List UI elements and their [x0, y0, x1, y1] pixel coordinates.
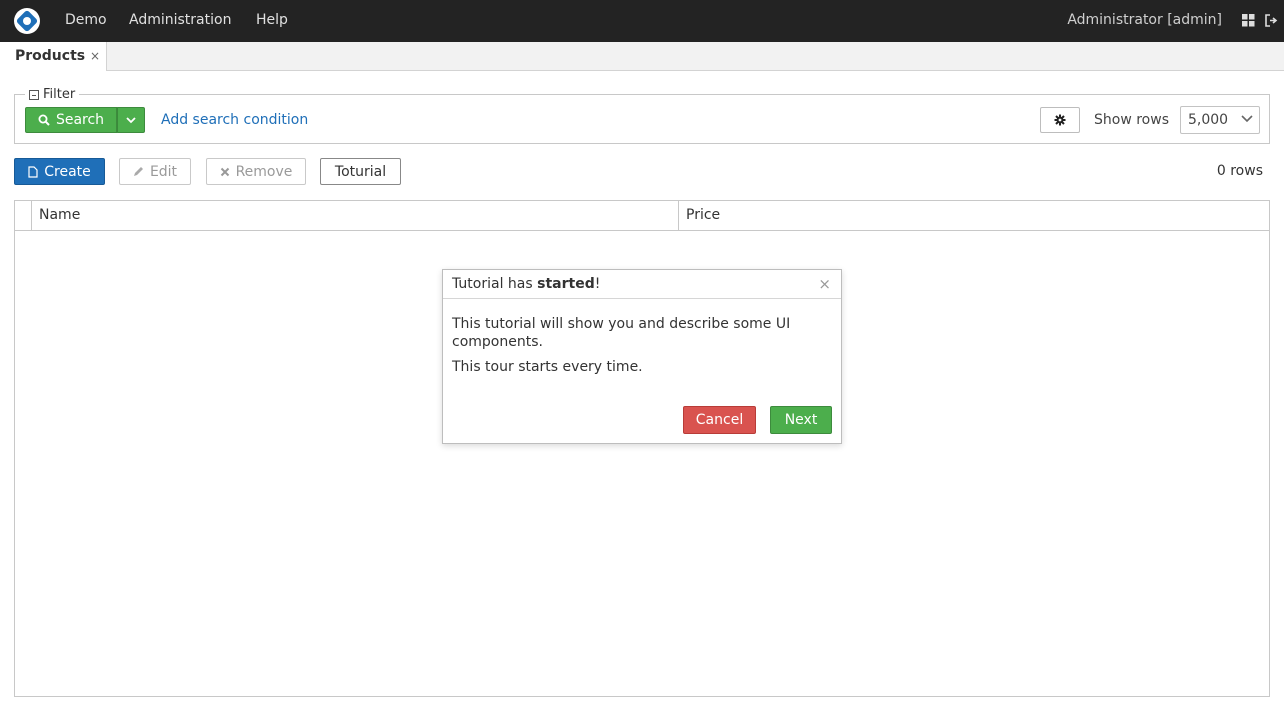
remove-button-label: Remove — [235, 163, 293, 180]
edit-button-label: Edit — [149, 163, 178, 180]
create-button-label: Create — [44, 163, 91, 180]
file-icon — [28, 165, 38, 178]
select-column-header[interactable] — [15, 201, 32, 230]
next-button[interactable]: Next — [770, 406, 832, 434]
show-rows-select[interactable]: 5,000 — [1180, 106, 1260, 134]
close-icon[interactable]: × — [818, 275, 831, 293]
tab-bar: Products × — [0, 42, 1284, 71]
user-name[interactable]: Administrator [admin] — [1067, 12, 1222, 28]
search-dropdown-button[interactable] — [117, 107, 145, 133]
show-rows-value: 5,000 — [1188, 112, 1229, 128]
cancel-button[interactable]: Cancel — [683, 406, 756, 434]
column-header-price[interactable]: Price — [679, 201, 1269, 230]
remove-icon — [220, 167, 229, 176]
tutorial-popover: Tutorial has started! × This tutorial wi… — [442, 269, 842, 444]
create-button[interactable]: Create — [14, 158, 105, 185]
column-header-label: Price — [686, 207, 721, 223]
chevron-down-icon — [126, 116, 136, 123]
popover-body-text: This tutorial will show you and describe… — [452, 316, 791, 350]
rows-count: 0 rows — [1216, 163, 1263, 179]
edit-button[interactable]: Edit — [119, 158, 191, 185]
popover-title-suffix: ! — [594, 276, 601, 292]
popover-title: Tutorial has started! — [452, 276, 600, 292]
tutorial-button-label: Toturial — [334, 163, 387, 180]
windows-grid-icon[interactable] — [1242, 14, 1255, 27]
top-navbar: Demo Administration Help Administrator [… — [0, 0, 1284, 42]
search-icon — [38, 114, 50, 126]
search-button[interactable]: Search — [25, 107, 117, 133]
add-search-condition-link[interactable]: Add search condition — [161, 112, 308, 128]
pencil-icon — [133, 167, 143, 176]
popover-body-note: This tour starts every time. — [452, 359, 643, 375]
filter-legend[interactable]: Filter — [25, 87, 80, 102]
gear-icon — [1054, 114, 1066, 126]
search-button-label: Search — [55, 112, 105, 128]
filter-panel: Filter Search Add search condition Show … — [14, 87, 1270, 144]
tab-products[interactable]: Products × — [0, 42, 107, 71]
app-logo-icon[interactable] — [14, 8, 40, 34]
popover-title-prefix: Tutorial has — [452, 276, 538, 292]
filter-legend-label: Filter — [43, 87, 76, 102]
settings-button[interactable] — [1040, 107, 1080, 133]
tab-close-icon[interactable]: × — [90, 49, 100, 63]
tab-label: Products — [15, 48, 86, 64]
menu-help[interactable]: Help — [256, 12, 288, 28]
table-header: Name Price — [15, 201, 1269, 231]
column-header-label: Name — [39, 207, 81, 223]
menu-demo[interactable]: Demo — [65, 12, 107, 28]
tutorial-button[interactable]: Toturial — [320, 158, 401, 185]
menu-administration[interactable]: Administration — [129, 12, 231, 28]
logout-icon[interactable] — [1265, 14, 1278, 27]
collapse-icon[interactable] — [29, 89, 39, 100]
chevron-down-icon — [1241, 115, 1253, 123]
popover-title-bold: started — [537, 276, 595, 292]
remove-button[interactable]: Remove — [206, 158, 306, 185]
show-rows-label: Show rows — [1094, 112, 1169, 128]
column-header-name[interactable]: Name — [32, 201, 679, 230]
popover-header: Tutorial has started! × — [443, 270, 841, 299]
